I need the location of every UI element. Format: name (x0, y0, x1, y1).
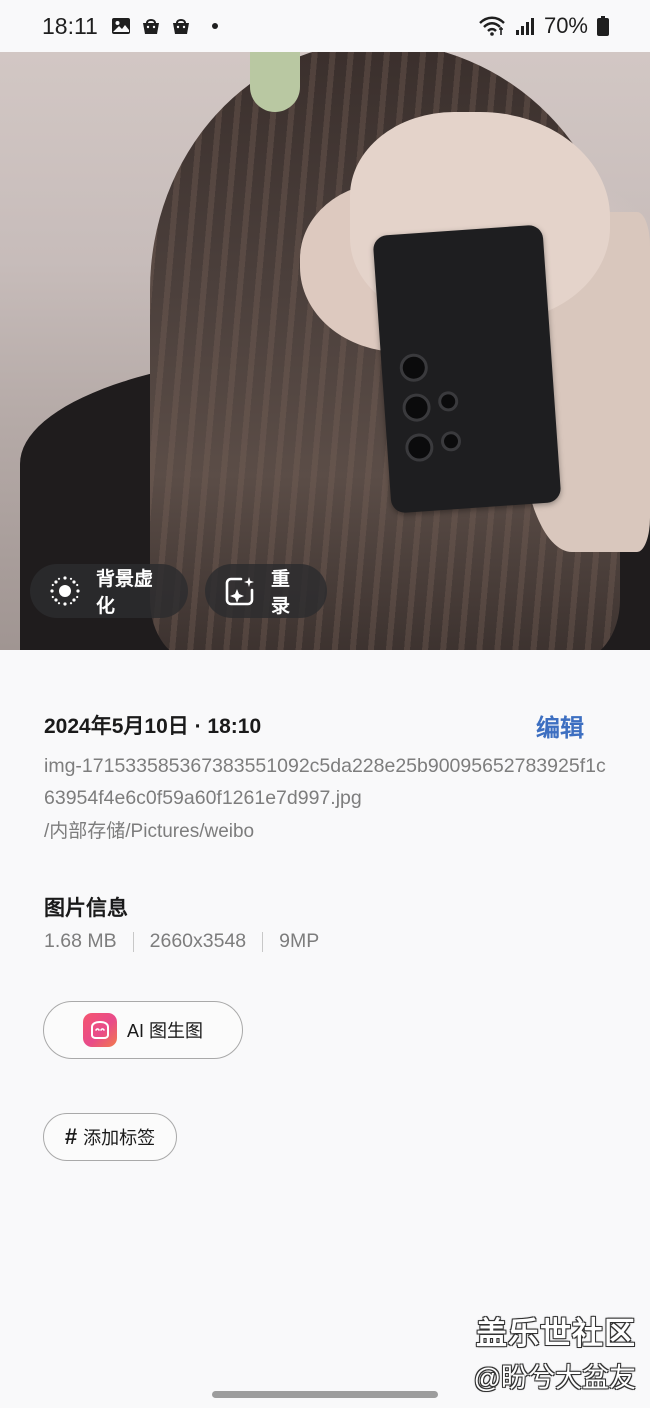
ai-button-label: AI 图生图 (126, 1021, 203, 1041)
signal-icon (514, 15, 536, 37)
bokeh-button[interactable]: 背景虚化 (30, 564, 188, 618)
status-bar: 18:11 70% (0, 0, 650, 52)
image-resolution: 2660x3548 (149, 930, 247, 952)
bokeh-label: 背景虚化 (96, 569, 154, 617)
image-info-title: 图片信息 (44, 897, 128, 920)
ai-image-to-image-button[interactable]: AI 图生图 (43, 1001, 243, 1059)
photo-camera-lens (404, 432, 435, 463)
info-divider (262, 931, 264, 952)
status-right: 70% (478, 13, 610, 39)
photo-details-screen: 18:11 70% 背景虚化 重录 2024年5月10日 · 18:10 编辑 … (0, 0, 650, 1408)
wifi-icon (478, 15, 506, 37)
hashtag-icon: # (64, 1124, 78, 1149)
edit-button[interactable]: 编辑 (536, 708, 584, 743)
photo-phone (372, 224, 562, 514)
shopping-bag-icon (140, 15, 162, 37)
photo-camera-lens (440, 430, 462, 452)
status-time: 18:11 (42, 12, 98, 39)
photo-headband (250, 52, 300, 112)
photo-date-time: 2024年5月10日 · 18:10 (44, 715, 262, 738)
shopping-bag-icon (170, 15, 192, 37)
home-indicator[interactable] (212, 1391, 438, 1398)
image-megapixels: 9MP (279, 930, 320, 952)
file-size: 1.68 MB (44, 930, 117, 952)
photo-camera-lens (437, 390, 459, 413)
bokeh-icon (48, 574, 82, 608)
battery-icon (596, 15, 610, 37)
photo-camera-lens (401, 392, 432, 423)
watermark-community: 盖乐世社区 (476, 1316, 636, 1351)
photo-path[interactable]: /内部存储/Pictures/weibo (44, 816, 254, 843)
remake-button[interactable]: 重录 (205, 564, 327, 618)
info-divider (132, 931, 134, 952)
battery-percent: 70% (543, 13, 588, 38)
sparkle-edit-icon (223, 574, 257, 608)
notification-dot-icon (211, 23, 218, 29)
photo-preview[interactable]: 背景虚化 重录 (0, 52, 650, 650)
image-info-row: 1.68 MB 2660x3548 9MP (44, 930, 319, 953)
photo-filename: img-171533585367383551092c5da228e25b9009… (44, 755, 606, 809)
ai-app-icon (82, 1013, 117, 1047)
gallery-icon (110, 15, 132, 37)
status-left: 18:11 (42, 13, 218, 40)
remake-label: 重录 (271, 569, 291, 617)
add-tag-label: 添加标签 (83, 1128, 156, 1148)
add-tag-button[interactable]: # 添加标签 (43, 1113, 177, 1161)
details-panel: 2024年5月10日 · 18:10 编辑 img-17153358536738… (0, 650, 650, 1408)
photo-camera-lens (398, 352, 429, 383)
watermark-author: @盼兮大盆友 (473, 1363, 636, 1393)
